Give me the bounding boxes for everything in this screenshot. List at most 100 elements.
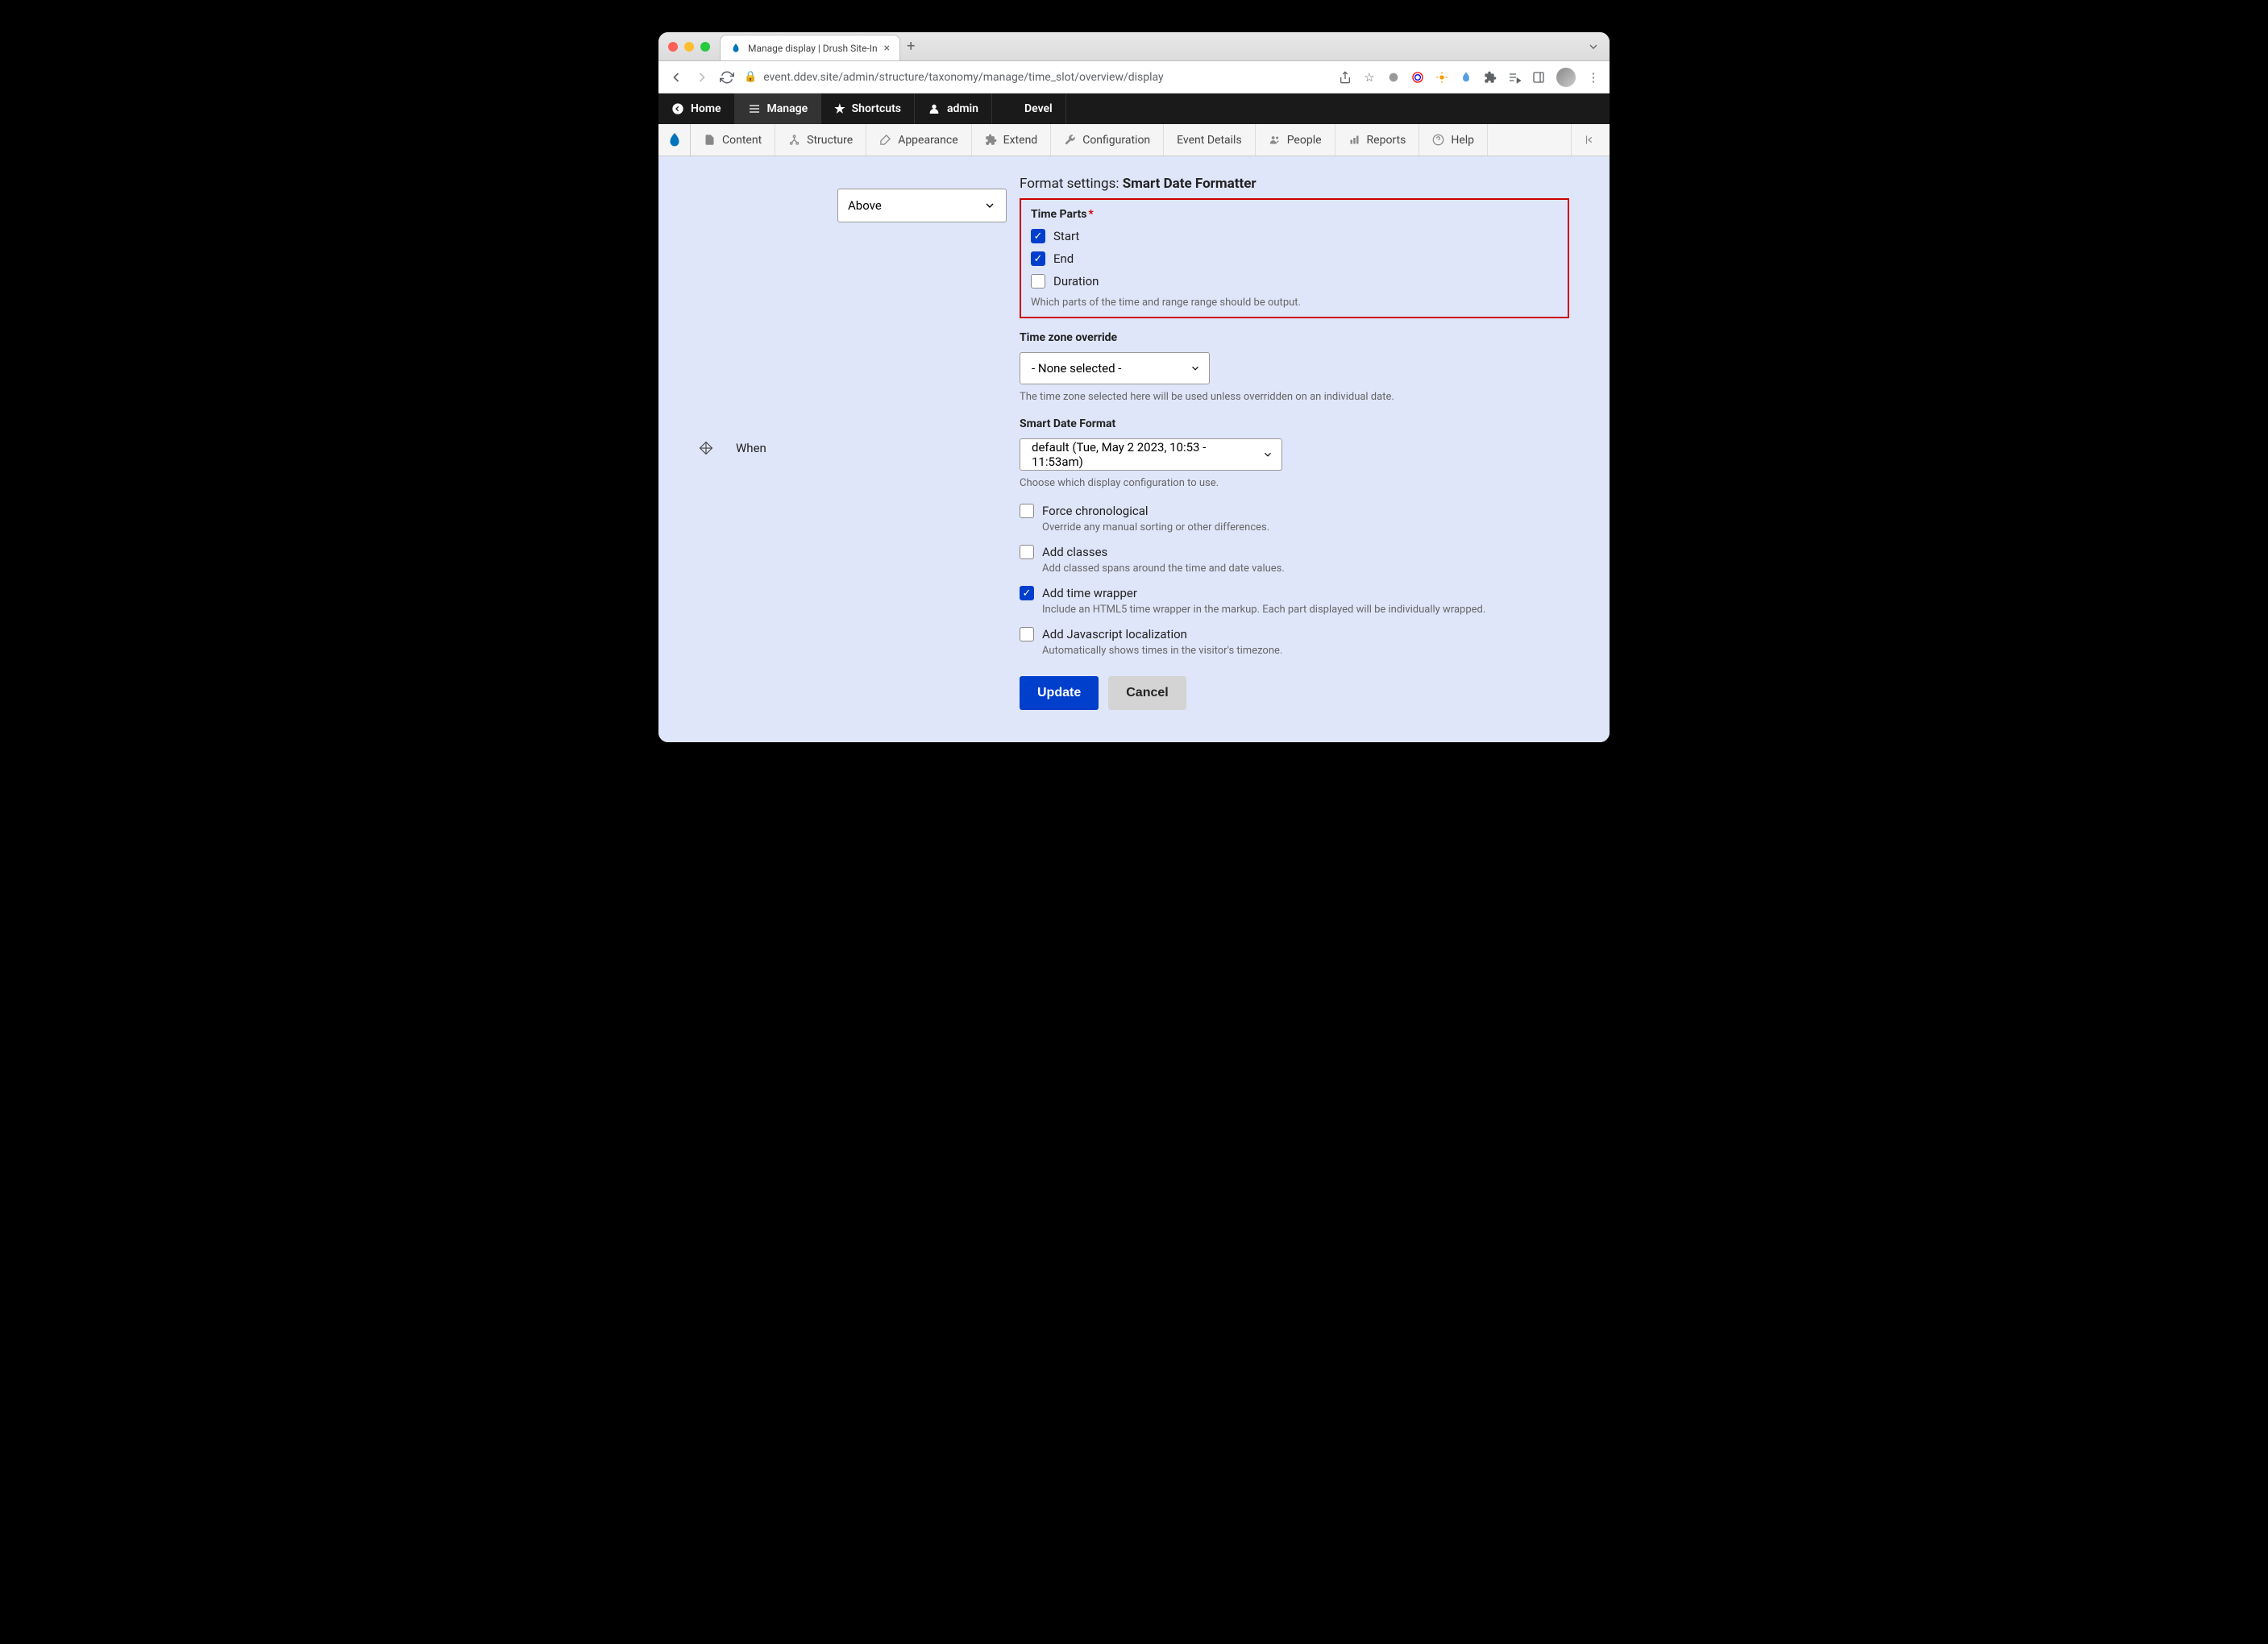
drupal-favicon bbox=[730, 43, 741, 54]
checkbox-add-classes[interactable]: Add classes bbox=[1020, 545, 1569, 559]
checkbox-end[interactable]: ✓ End bbox=[1031, 251, 1558, 266]
check-icon: ✓ bbox=[1031, 251, 1045, 266]
time-parts-label: Time Parts* bbox=[1031, 208, 1558, 221]
menu-content[interactable]: Content bbox=[691, 124, 775, 156]
back-circle-icon bbox=[671, 102, 684, 115]
update-button[interactable]: Update bbox=[1020, 676, 1099, 710]
timezone-help: The time zone selected here will be used… bbox=[1020, 391, 1569, 403]
chevron-down-icon[interactable] bbox=[1587, 40, 1600, 53]
label-display-select[interactable]: Above bbox=[837, 189, 1007, 222]
smart-format-select[interactable]: default (Tue, May 2 2023, 10:53 - 11:53a… bbox=[1020, 438, 1282, 471]
format-settings-heading: Format settings: Smart Date Formatter bbox=[1020, 176, 1569, 192]
extension-3-icon[interactable] bbox=[1435, 71, 1448, 84]
playlist-icon[interactable] bbox=[1508, 71, 1521, 84]
hamburger-icon bbox=[748, 102, 761, 115]
add-classes-help: Add classed spans around the time and da… bbox=[1042, 563, 1569, 575]
browser-tab[interactable]: Manage display | Drush Site-In × bbox=[720, 35, 900, 60]
traffic-lights bbox=[668, 42, 710, 52]
browser-window: Manage display | Drush Site-In × + 🔒 eve… bbox=[658, 32, 1610, 742]
forward-button[interactable] bbox=[694, 69, 710, 85]
toolbar-devel[interactable]: Devel bbox=[992, 93, 1066, 124]
structure-icon bbox=[788, 134, 800, 146]
toolbar-home[interactable]: Home bbox=[658, 93, 735, 124]
field-display-row: When Above Format settings: Smart Date F… bbox=[699, 176, 1569, 710]
file-icon bbox=[704, 134, 716, 146]
share-icon[interactable] bbox=[1339, 71, 1352, 84]
chevron-down-icon bbox=[1190, 363, 1201, 374]
checkbox-empty-icon bbox=[1031, 274, 1045, 289]
time-wrapper-help: Include an HTML5 time wrapper in the mar… bbox=[1042, 604, 1569, 616]
reload-button[interactable] bbox=[720, 70, 734, 85]
maximize-window[interactable] bbox=[700, 42, 710, 52]
content-area: When Above Format settings: Smart Date F… bbox=[658, 156, 1610, 742]
menu-structure[interactable]: Structure bbox=[775, 124, 866, 156]
drupal-toolbar: Home Manage ★ Shortcuts admin Devel bbox=[658, 93, 1610, 124]
field-name: When bbox=[736, 441, 766, 455]
extension-icons: ☆ ⋮ bbox=[1339, 68, 1600, 87]
new-tab-button[interactable]: + bbox=[907, 38, 915, 55]
extension-4-icon[interactable] bbox=[1460, 71, 1473, 84]
extension-2-icon[interactable] bbox=[1411, 71, 1424, 84]
close-window[interactable] bbox=[668, 42, 678, 52]
menu-collapse[interactable] bbox=[1571, 124, 1610, 156]
url-text: event.ddev.site/admin/structure/taxonomy… bbox=[763, 71, 1164, 84]
checkbox-empty-icon bbox=[1020, 504, 1034, 518]
chevron-down-icon bbox=[983, 199, 996, 212]
people-icon bbox=[1269, 134, 1281, 146]
smart-format-label: Smart Date Format bbox=[1020, 417, 1569, 430]
checkbox-duration[interactable]: Duration bbox=[1031, 274, 1558, 289]
timezone-select[interactable]: - None selected - bbox=[1020, 352, 1210, 384]
menu-icon[interactable]: ⋮ bbox=[1587, 71, 1600, 84]
extensions-icon[interactable] bbox=[1484, 71, 1497, 84]
checkbox-start[interactable]: ✓ Start bbox=[1031, 229, 1558, 243]
force-chrono-help: Override any manual sorting or other dif… bbox=[1042, 521, 1569, 533]
toolbar-manage[interactable]: Manage bbox=[735, 93, 822, 124]
profile-avatar[interactable] bbox=[1556, 68, 1576, 87]
menu-reports[interactable]: Reports bbox=[1335, 124, 1420, 156]
chevron-down-icon bbox=[1262, 449, 1273, 460]
user-icon bbox=[928, 102, 941, 115]
admin-menu: Content Structure Appearance Extend Conf… bbox=[658, 124, 1610, 156]
checkbox-time-wrapper[interactable]: ✓ Add time wrapper bbox=[1020, 586, 1569, 600]
check-icon: ✓ bbox=[1031, 229, 1045, 243]
smart-format-help: Choose which display configuration to us… bbox=[1020, 477, 1569, 489]
close-tab-icon[interactable]: × bbox=[884, 42, 890, 55]
toolbar-shortcuts[interactable]: ★ Shortcuts bbox=[821, 93, 915, 124]
address-bar: 🔒 event.ddev.site/admin/structure/taxono… bbox=[658, 61, 1610, 93]
extension-1-icon[interactable] bbox=[1387, 71, 1400, 84]
drupal-logo[interactable] bbox=[658, 124, 691, 156]
gear-icon bbox=[1005, 102, 1018, 115]
titlebar: Manage display | Drush Site-In × + bbox=[658, 32, 1610, 61]
chart-icon bbox=[1348, 134, 1360, 146]
star-icon[interactable]: ☆ bbox=[1363, 71, 1376, 84]
back-button[interactable] bbox=[668, 69, 684, 85]
panel-icon[interactable] bbox=[1532, 71, 1545, 84]
toolbar-user[interactable]: admin bbox=[915, 93, 992, 124]
js-local-help: Automatically shows times in the visitor… bbox=[1042, 645, 1569, 657]
checkbox-empty-icon bbox=[1020, 627, 1034, 641]
menu-appearance[interactable]: Appearance bbox=[866, 124, 971, 156]
time-parts-help: Which parts of the time and range range … bbox=[1031, 297, 1558, 309]
url-field[interactable]: 🔒 event.ddev.site/admin/structure/taxono… bbox=[744, 71, 1329, 84]
menu-event-details[interactable]: Event Details bbox=[1164, 124, 1256, 156]
menu-configuration[interactable]: Configuration bbox=[1051, 124, 1164, 156]
wrench-icon bbox=[1064, 134, 1076, 146]
time-parts-group: Time Parts* ✓ Start ✓ End Duration Which bbox=[1020, 198, 1569, 318]
menu-people[interactable]: People bbox=[1256, 124, 1335, 156]
puzzle-icon bbox=[985, 134, 997, 146]
drag-handle-icon[interactable] bbox=[699, 441, 723, 455]
appearance-icon bbox=[879, 134, 891, 146]
star-icon: ★ bbox=[834, 102, 845, 116]
check-icon: ✓ bbox=[1020, 586, 1034, 600]
help-icon bbox=[1432, 134, 1444, 146]
tab-title: Manage display | Drush Site-In bbox=[748, 43, 878, 54]
timezone-label: Time zone override bbox=[1020, 331, 1569, 344]
minimize-window[interactable] bbox=[684, 42, 694, 52]
collapse-icon bbox=[1585, 134, 1597, 146]
checkbox-force-chrono[interactable]: Force chronological bbox=[1020, 504, 1569, 518]
menu-help[interactable]: Help bbox=[1419, 124, 1488, 156]
checkbox-js-local[interactable]: Add Javascript localization bbox=[1020, 627, 1569, 641]
menu-extend[interactable]: Extend bbox=[972, 124, 1052, 156]
lock-icon: 🔒 bbox=[744, 71, 757, 83]
cancel-button[interactable]: Cancel bbox=[1108, 676, 1186, 710]
